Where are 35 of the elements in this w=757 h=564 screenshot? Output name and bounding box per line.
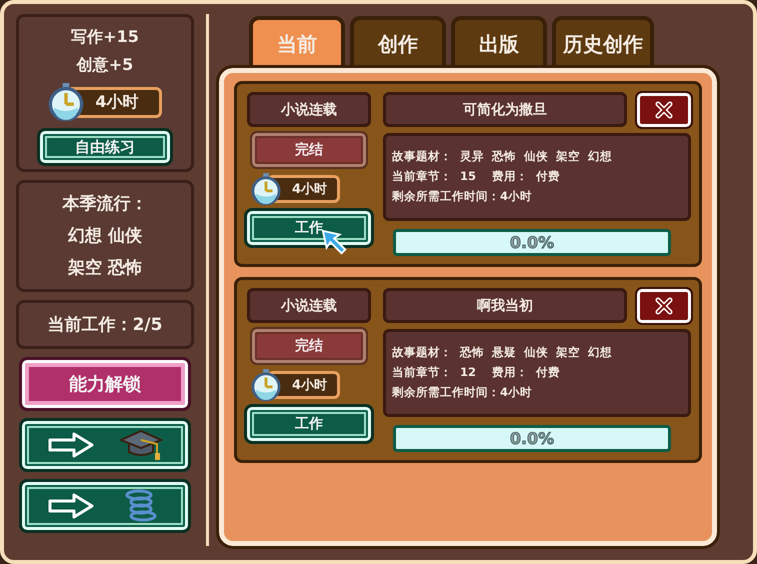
info-text: 故事题材： 恐怖 悬疑 仙侠 架空 幻想 (392, 344, 614, 362)
cursor-icon (321, 229, 349, 257)
work-title: 啊我当初 (383, 288, 627, 323)
unlock-button[interactable]: 能力解锁 (22, 360, 188, 408)
info-text: 故事题材： 灵异 恐怖 仙侠 架空 幻想 (392, 148, 614, 166)
trend-genres: 架空 恐怖 (68, 257, 142, 280)
close-button[interactable] (637, 92, 691, 126)
nav-button[interactable] (22, 421, 188, 469)
work-button[interactable]: 工作 (247, 407, 371, 441)
work-title: 可简化为撒旦 (383, 92, 627, 127)
stat-text: 创意+5 (76, 54, 134, 76)
trend-genres: 幻想 仙侠 (68, 225, 142, 248)
info-text: 剩余所需工作时间：4小时 (392, 384, 534, 402)
info-text: 当前章节： 12 费用： 付费 (392, 364, 562, 382)
work-type: 小说连载 (247, 92, 371, 127)
practice-button[interactable]: 自由练习 (40, 131, 170, 163)
stat-text: 写作+15 (71, 26, 139, 48)
finish-button[interactable]: 完结 (252, 133, 366, 167)
tab[interactable]: 出版 (451, 16, 547, 68)
close-icon (654, 296, 674, 316)
tab[interactable]: 创作 (350, 16, 446, 68)
close-icon (654, 100, 674, 120)
info-text: 当前章节： 15 费用： 付费 (392, 168, 562, 186)
work-count-text: 当前工作：2/5 (48, 314, 162, 336)
close-button[interactable] (637, 288, 691, 322)
nav-button[interactable] (22, 482, 188, 530)
trend-title: 本季流行： (62, 193, 148, 216)
tab[interactable]: 历史创作 (552, 16, 654, 68)
graduation-cap-icon (118, 428, 162, 462)
finish-button[interactable]: 完结 (252, 329, 366, 363)
work-type: 小说连载 (247, 288, 371, 323)
work-button[interactable]: 工作 (247, 211, 371, 245)
info-text: 剩余所需工作时间：4小时 (392, 188, 534, 206)
arrow-icon (48, 493, 94, 519)
arrow-icon (48, 432, 94, 458)
